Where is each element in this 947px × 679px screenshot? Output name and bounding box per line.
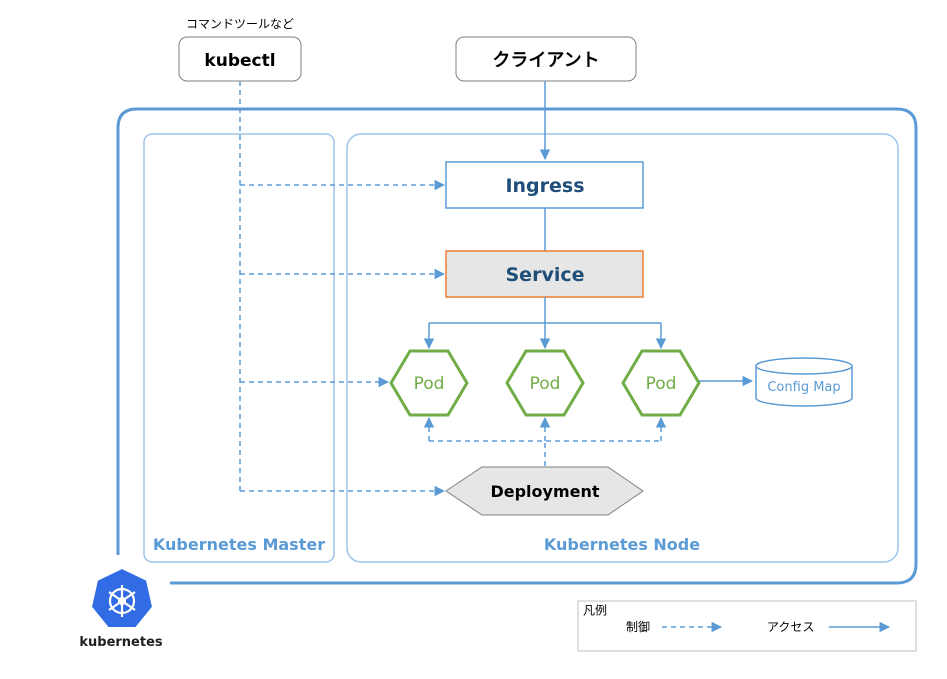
legend-access-label: アクセス — [767, 620, 814, 634]
kubernetes-logo: kubernetes — [79, 566, 163, 650]
config-map-label: Config Map — [767, 380, 840, 395]
architecture-diagram: Kubernetes Master Kubernetes Node コマンドツー… — [79, 17, 918, 652]
kubernetes-wordmark: kubernetes — [79, 635, 163, 650]
legend-control-label: 制御 — [626, 619, 650, 634]
service-to-pods-lines — [429, 297, 661, 324]
node-label: Kubernetes Node — [544, 535, 700, 554]
master-label: Kubernetes Master — [153, 535, 325, 554]
pod-3[interactable]: Pod — [621, 349, 701, 417]
deployment-to-pods-lines — [429, 440, 661, 466]
ingress-label: Ingress — [505, 175, 584, 197]
config-map[interactable]: Config Map — [755, 357, 853, 407]
pod-2[interactable]: Pod — [505, 349, 585, 417]
kubectl-label: kubectl — [204, 51, 275, 71]
deployment-label: Deployment — [490, 482, 599, 501]
pod-1-label: Pod — [414, 374, 445, 394]
pod-3-label: Pod — [646, 374, 677, 394]
legend-title: 凡例 — [583, 604, 607, 618]
pod-2-label: Pod — [530, 374, 561, 394]
master-area — [143, 133, 335, 563]
client-label: クライアント — [492, 50, 599, 71]
legend: 凡例 制御 アクセス — [577, 600, 917, 652]
service-label: Service — [506, 264, 585, 286]
deployment-box[interactable]: Deployment — [445, 466, 644, 516]
pod-1[interactable]: Pod — [389, 349, 469, 417]
tools-caption: コマンドツールなど — [186, 17, 294, 31]
